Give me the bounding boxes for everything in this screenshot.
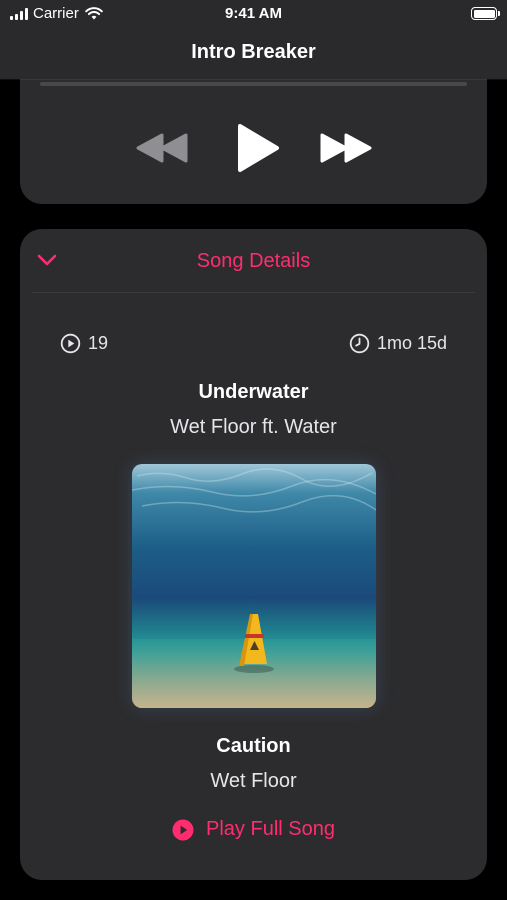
playback-controls: [20, 122, 487, 174]
play-full-song-label: Play Full Song: [206, 818, 335, 840]
song-title: Underwater: [198, 381, 309, 403]
fast-forward-icon: [320, 133, 372, 163]
divider: [32, 292, 475, 293]
play-button[interactable]: [228, 122, 288, 174]
album-artwork: [132, 464, 376, 708]
fast-forward-button[interactable]: [316, 122, 376, 174]
time-since-added-value: 1mo 15d: [376, 333, 447, 353]
status-bar: Carrier 9:41 AM: [0, 0, 507, 28]
play-count-value: 19: [88, 333, 109, 353]
navigation-bar: Intro Breaker: [0, 28, 507, 79]
play-circle-icon: [60, 333, 81, 354]
page-title: Intro Breaker: [191, 41, 316, 63]
rewind-button[interactable]: [132, 122, 192, 174]
song-details-card: Song Details 19 1mo 15d Underwater Wet F…: [20, 229, 487, 880]
rewind-icon: [136, 133, 188, 163]
clock-icon: [349, 333, 370, 354]
play-icon: [238, 124, 279, 172]
status-time: 9:41 AM: [225, 5, 282, 22]
album-title: Caution: [216, 735, 291, 757]
play-circle-fill-icon: [172, 819, 194, 840]
play-full-song-button[interactable]: Play Full Song: [20, 818, 487, 841]
battery-icon: [471, 7, 500, 20]
album-artwork-image: [132, 464, 376, 708]
song-details-title: Song Details: [196, 250, 311, 272]
time-since-added: 1mo 15d: [349, 333, 447, 354]
song-details-header[interactable]: Song Details: [20, 229, 487, 293]
album-artist: Wet Floor: [210, 770, 297, 792]
play-count: 19: [60, 333, 108, 354]
progress-slider[interactable]: [40, 82, 467, 86]
song-artist: Wet Floor ft. Water: [170, 416, 337, 438]
